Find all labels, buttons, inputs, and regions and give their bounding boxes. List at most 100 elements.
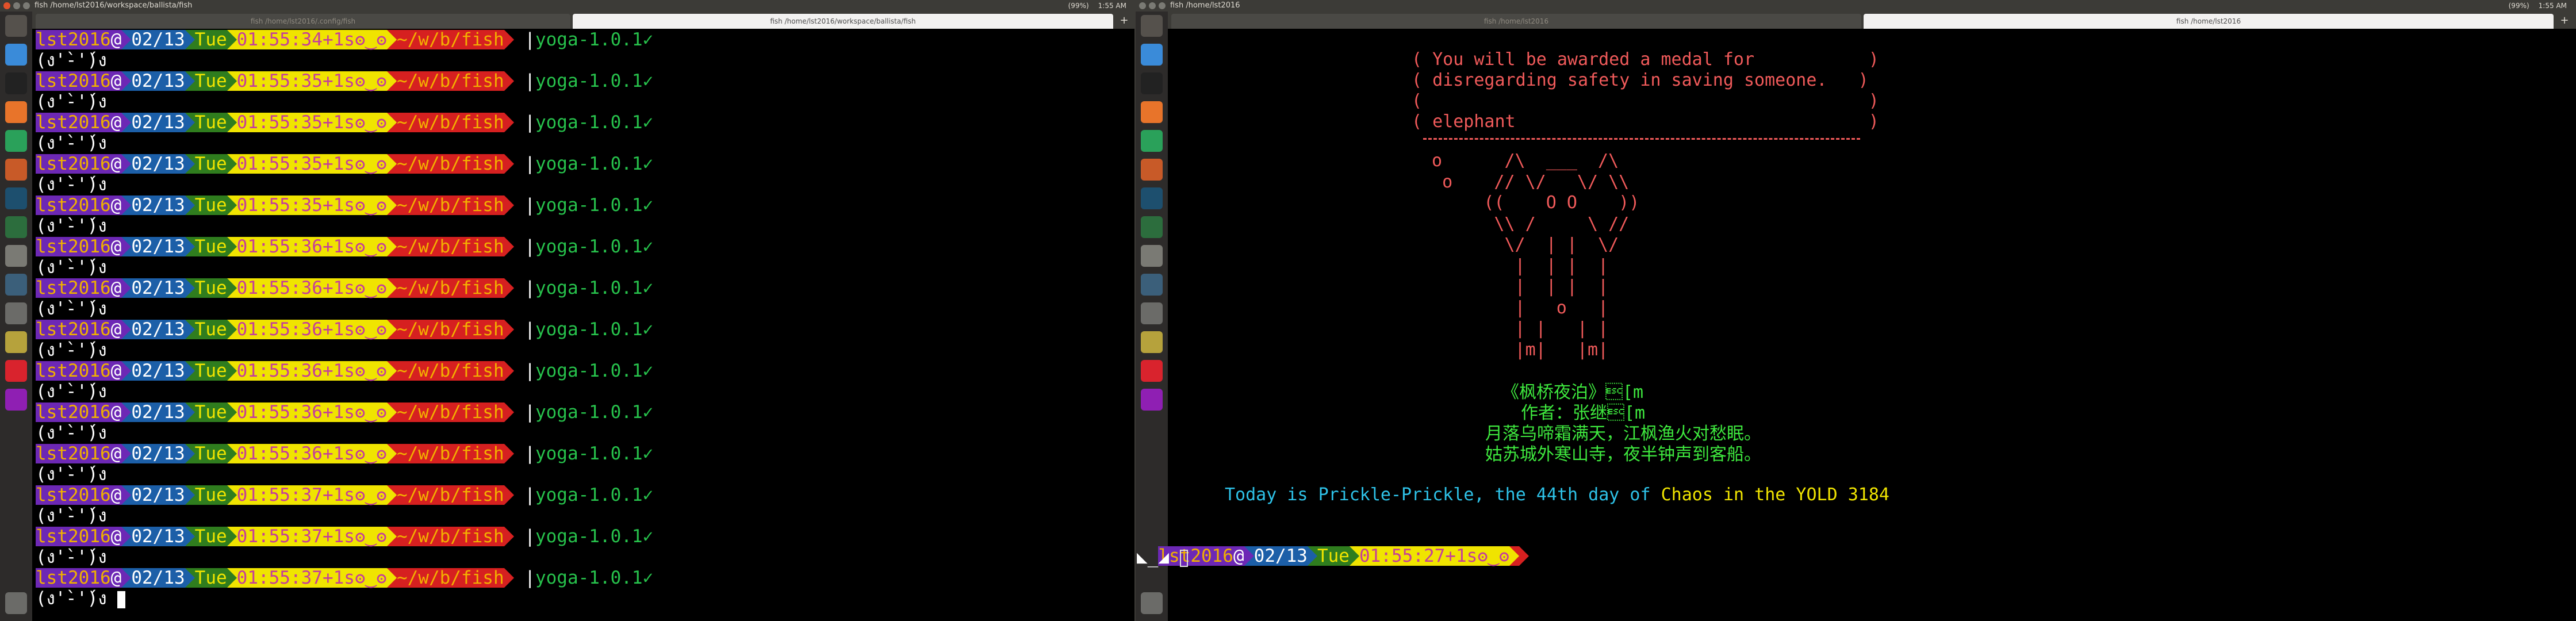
clock[interactable]: 1:55 AM: [1098, 0, 1126, 12]
prompt-line: lst2016@ 02/13 Tue 01:55:37+1sʘ‿ʘ ~/w/b/fish…: [36, 485, 653, 505]
terminal-icon[interactable]: [5, 72, 27, 94]
powerline-arrow: [1244, 546, 1254, 566]
app-icon-teal[interactable]: [5, 216, 27, 238]
powerline-arrow: [227, 237, 237, 256]
prompt-day: Tue: [194, 195, 227, 216]
powerline-arrow: [386, 71, 397, 91]
monitor-icon[interactable]: [5, 274, 27, 296]
app-icon-blue[interactable]: [5, 187, 27, 209]
powerline-arrow: [121, 278, 132, 298]
powerline-arrow: [504, 444, 514, 463]
prompt-time: 01:55:35+1sʘ‿ʘ: [236, 112, 387, 133]
prompt-day: Tue: [194, 71, 227, 91]
app-icon-orange[interactable]: [5, 101, 27, 123]
prompt-separator: |: [524, 526, 535, 547]
top-panel-right: fish /home/lst2016 (99%) 1:55 AM: [1136, 0, 2576, 12]
prompt-time: 01:55:36+1sʘ‿ʘ: [236, 236, 387, 257]
powerline-arrow: [121, 361, 132, 381]
terminal-icon[interactable]: [1141, 72, 1163, 94]
launcher-back-icon[interactable]: [1141, 15, 1163, 37]
powerline-arrow: [121, 237, 132, 256]
tab-ballista-fish[interactable]: fish /home/lst2016/workspace/ballista/fi…: [573, 14, 1113, 29]
prompt-input-line: (ง'̀-'́)ง: [36, 547, 107, 567]
minimize-icon[interactable]: [1149, 2, 1156, 9]
powerline-arrow: [227, 71, 237, 91]
tab-home-2[interactable]: fish /home/lst2016: [1864, 14, 2554, 29]
app-icon-edit[interactable]: [5, 331, 27, 353]
app-icon-red[interactable]: [5, 360, 27, 382]
left-terminal[interactable]: lst2016@ 02/13 Tue 01:55:34+1sʘ‿ʘ ~/w/b/fish…: [32, 29, 1134, 621]
close-icon[interactable]: [3, 2, 10, 9]
prompt-day: Tue: [194, 112, 227, 133]
git-branch: yoga-1.0.1: [535, 71, 643, 91]
app-icon-purple[interactable]: [1141, 389, 1163, 411]
powerline-arrow: [504, 485, 514, 505]
prompt-face: (ง'̀-'́)ง: [36, 50, 107, 71]
minimize-icon[interactable]: [13, 2, 20, 9]
prompt-input-line: (ง'̀-'́)ง: [36, 133, 107, 153]
app-icon-red[interactable]: [1141, 360, 1163, 382]
powerline-arrow: [185, 527, 195, 546]
files-icon[interactable]: [1141, 159, 1163, 181]
app-icon-blue[interactable]: [1141, 187, 1163, 209]
cowsay-line: ( You will be awarded a medal for ): [1412, 49, 1879, 70]
trash-icon[interactable]: [5, 592, 27, 614]
prompt-user: lst2016@: [36, 71, 122, 91]
top-panel: fish /home/lst2016/workspace/ballista/fi…: [0, 0, 1136, 12]
prompt-date: 02/13: [131, 526, 185, 547]
app-icon-purple[interactable]: [5, 389, 27, 411]
powerline-arrow: [185, 444, 195, 463]
git-clean-check-icon: ✓: [642, 112, 654, 133]
app-icon-doc[interactable]: [1141, 302, 1163, 324]
prompt-date: 02/13: [131, 154, 185, 174]
prompt-time: 01:55:36+1sʘ‿ʘ: [236, 361, 387, 381]
battery-indicator[interactable]: (99%): [2509, 0, 2529, 12]
launcher-back-icon[interactable]: [5, 15, 27, 37]
prompt-date: 02/13: [131, 278, 185, 298]
clock[interactable]: 1:55 AM: [2539, 0, 2567, 12]
tab-home-1[interactable]: fish /home/lst2016: [1171, 14, 1861, 29]
chrome-icon[interactable]: [5, 44, 27, 66]
prompt-user: lst2016@: [36, 278, 122, 298]
app-icon-teal[interactable]: [1141, 216, 1163, 238]
poem-author: 作者：张继[m: [1521, 403, 1646, 423]
discordian-day: Prickle-Prickle: [1318, 485, 1474, 505]
prompt-dir: ~/w/b/fish: [396, 361, 504, 381]
trash-icon[interactable]: [1141, 592, 1163, 614]
powerline-arrow: [121, 113, 132, 132]
battery-indicator[interactable]: (99%): [1068, 0, 1089, 12]
app-icon-green[interactable]: [1141, 130, 1163, 152]
prompt-line: lst2016@ 02/13 Tue 01:55:35+1sʘ‿ʘ ~/w/b/fish…: [36, 113, 653, 132]
prompt-user: lst2016@: [36, 29, 122, 50]
app-icon-grey[interactable]: [1141, 245, 1163, 267]
git-clean-check-icon: ✓: [642, 485, 654, 505]
add-tab-button[interactable]: +: [1118, 14, 1130, 27]
close-icon[interactable]: [1139, 2, 1146, 9]
app-icon-green[interactable]: [5, 130, 27, 152]
add-tab-button[interactable]: +: [2558, 14, 2571, 27]
prompt-face: (ง'̀-'́)ง: [36, 547, 107, 568]
prompt-input-line: (ง'̀-'́)ง: [36, 51, 107, 70]
app-icon-grey[interactable]: [5, 245, 27, 267]
prompt-input-line: (ง'̀-'́)ง: [36, 175, 107, 194]
powerline-arrow: [504, 30, 514, 49]
maximize-icon[interactable]: [23, 2, 30, 9]
powerline-arrow: [227, 195, 237, 215]
prompt-separator: |: [524, 278, 535, 298]
git-branch: yoga-1.0.1: [535, 154, 643, 174]
prompt-input-line[interactable]: (ง'̀-'́)ง: [36, 589, 126, 608]
app-icon-doc[interactable]: [5, 302, 27, 324]
tab-config-fish[interactable]: fish /home/lst2016/.config/fish: [36, 14, 570, 29]
maximize-icon[interactable]: [1159, 2, 1166, 9]
app-icon-orange[interactable]: [1141, 101, 1163, 123]
right-input-line[interactable]: ◣_◢: [1137, 547, 1188, 567]
git-clean-check-icon: ✓: [642, 195, 654, 216]
monitor-icon[interactable]: [1141, 274, 1163, 296]
prompt-user: lst2016@: [36, 361, 122, 381]
files-icon[interactable]: [5, 159, 27, 181]
prompt-line: lst2016@ 02/13 Tue 01:55:36+1sʘ‿ʘ ~/w/b/fish…: [36, 320, 653, 339]
powerline-arrow: [185, 568, 195, 588]
app-icon-edit[interactable]: [1141, 331, 1163, 353]
chrome-icon[interactable]: [1141, 44, 1163, 66]
git-branch: yoga-1.0.1: [535, 112, 643, 133]
